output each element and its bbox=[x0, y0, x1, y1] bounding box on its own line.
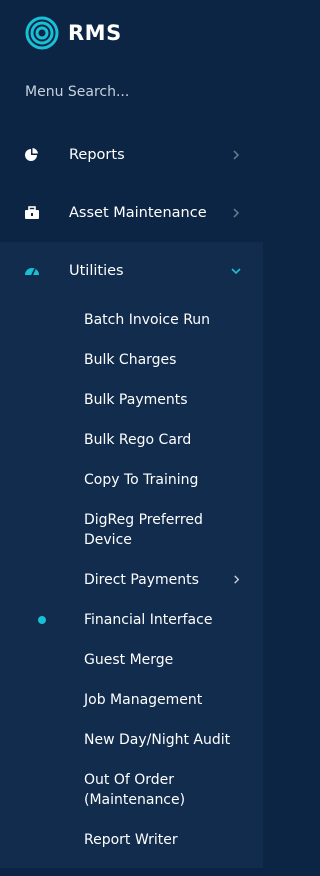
chevron-right-icon bbox=[234, 575, 240, 584]
submenu-item-bulk-payments[interactable]: Bulk Payments bbox=[84, 390, 188, 410]
nav-item-label: Asset Maintenance bbox=[69, 205, 207, 221]
submenu-item-financial-interface[interactable]: Financial Interface bbox=[84, 610, 212, 630]
submenu-item-guest-merge[interactable]: Guest Merge bbox=[84, 650, 173, 670]
submenu-item-job-management[interactable]: Job Management bbox=[84, 690, 202, 710]
active-indicator-dot bbox=[38, 616, 46, 624]
submenu-item-direct-payments[interactable]: Direct Payments bbox=[84, 570, 199, 590]
rms-logo-icon bbox=[25, 16, 59, 50]
submenu-item-out-of-order-maintenance[interactable]: Out Of Order (Maintenance) bbox=[84, 770, 194, 810]
submenu-item-bulk-charges[interactable]: Bulk Charges bbox=[84, 350, 176, 370]
rms-logo-text: RMS bbox=[68, 21, 122, 45]
submenu-item-report-writer[interactable]: Report Writer bbox=[84, 830, 178, 850]
pie-chart-icon bbox=[25, 148, 38, 161]
speedometer-icon bbox=[25, 268, 39, 276]
nav-item-utilities[interactable]: Utilities bbox=[0, 242, 263, 300]
menu-search-input[interactable]: Menu Search... bbox=[25, 84, 129, 100]
submenu-item-bulk-rego-card[interactable]: Bulk Rego Card bbox=[84, 430, 191, 450]
nav-item-label: Reports bbox=[69, 147, 125, 163]
submenu-item-copy-to-training[interactable]: Copy To Training bbox=[84, 470, 198, 490]
toolbox-icon bbox=[25, 206, 39, 219]
nav-item-reports[interactable]: Reports bbox=[0, 126, 263, 184]
submenu-item-digreg-preferred-device[interactable]: DigReg Preferred Device bbox=[84, 510, 214, 550]
chevron-right-icon bbox=[233, 208, 240, 218]
chevron-right-icon bbox=[233, 150, 240, 160]
nav-item-asset-maintenance[interactable]: Asset Maintenance bbox=[0, 184, 263, 242]
nav-item-label: Utilities bbox=[69, 263, 124, 279]
submenu-item-batch-invoice-run[interactable]: Batch Invoice Run bbox=[84, 310, 210, 330]
submenu-item-new-day-night-audit[interactable]: New Day/Night Audit bbox=[84, 730, 230, 750]
rms-logo[interactable]: RMS bbox=[24, 16, 122, 50]
chevron-down-icon bbox=[231, 268, 241, 275]
